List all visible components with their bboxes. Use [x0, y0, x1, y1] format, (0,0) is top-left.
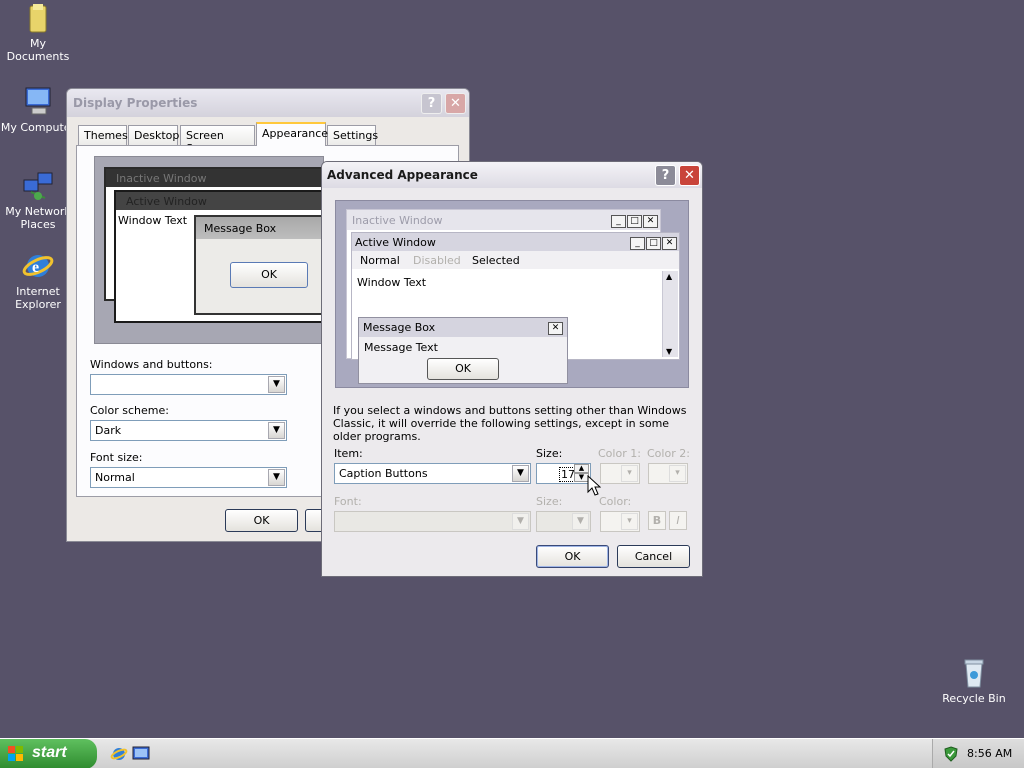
font-size-label: Font size:: [90, 451, 143, 464]
chevron-down-icon: ▾: [669, 465, 686, 482]
chevron-down-icon: ▾: [621, 465, 638, 482]
tab-screen-saver[interactable]: Screen Saver: [180, 125, 255, 155]
window-title: Advanced Appearance: [327, 168, 478, 182]
chevron-down-icon: ▼: [572, 513, 589, 530]
preview-message-text: Message Text: [364, 341, 438, 354]
svg-text:e: e: [32, 259, 39, 276]
system-tray: 8:56 AM: [932, 739, 1024, 768]
item-select[interactable]: Caption Buttons ▼: [334, 463, 531, 484]
font-size-select[interactable]: Normal ▼: [90, 467, 287, 488]
preview-scrollbar: ▲ ▼: [662, 271, 678, 357]
color-scheme-label: Color scheme:: [90, 404, 169, 417]
start-button[interactable]: start: [0, 739, 97, 768]
font-label: Font:: [334, 495, 362, 508]
start-label: start: [32, 744, 67, 761]
desktop-icon-label: My Computer: [0, 121, 76, 134]
scroll-up-icon: ▲: [666, 272, 673, 281]
taskbar: start 8:56 AM: [0, 738, 1024, 768]
tab-appearance[interactable]: Appearance: [256, 122, 328, 146]
desktop-icon-my-documents[interactable]: My Documents: [0, 2, 78, 63]
advanced-ok-button[interactable]: OK: [536, 545, 609, 568]
recycle-bin-icon: [958, 657, 990, 689]
color2-picker: ▾: [648, 463, 688, 484]
internet-explorer-icon: e: [22, 250, 54, 282]
help-button[interactable]: ?: [421, 93, 442, 114]
security-shield-icon[interactable]: [943, 746, 959, 765]
preview-ok-button: OK: [230, 262, 308, 288]
color2-label: Color 2:: [647, 447, 690, 460]
size-label: Size:: [536, 447, 563, 460]
advanced-preview: Inactive Window _ □ ✕ Active Window _ □ ✕ No…: [335, 200, 689, 388]
preview-active-title: Active Window: [355, 236, 436, 249]
chevron-down-icon[interactable]: ▼: [268, 422, 285, 439]
chevron-down-icon: ▼: [512, 513, 529, 530]
preview-menu-normal: Normal: [360, 254, 400, 267]
preview-inactive-title: Inactive Window: [116, 172, 207, 185]
spin-up-icon[interactable]: ▲: [574, 464, 589, 473]
preview-window-text: Window Text: [357, 276, 427, 289]
desktop-icon-recycle-bin[interactable]: Recycle Bin: [934, 657, 1014, 705]
font-size-label: Size:: [536, 495, 563, 508]
preview-ok-button: OK: [427, 358, 499, 380]
item-label: Item:: [334, 447, 363, 460]
title-bar[interactable]: Advanced Appearance ? ✕: [322, 162, 702, 188]
caption-buttons: _ □ ✕: [610, 213, 658, 228]
desktop-icon-label: My Network Places: [5, 205, 71, 231]
title-bar[interactable]: Display Properties ? ✕: [67, 89, 469, 117]
tab-desktop[interactable]: Desktop: [128, 125, 179, 146]
computer-icon: [22, 86, 54, 118]
caption-buttons: _ □ ✕: [629, 235, 677, 250]
clock[interactable]: 8:56 AM: [967, 747, 1012, 760]
preview-message-box: Message Box OK: [194, 215, 324, 315]
preview-message-box-title: Message Box: [363, 321, 436, 334]
color1-label: Color 1:: [598, 447, 641, 460]
color1-picker: ▾: [600, 463, 640, 484]
advanced-cancel-button[interactable]: Cancel: [617, 545, 690, 568]
network-icon: [22, 170, 54, 202]
quicklaunch-ie-icon[interactable]: [110, 745, 128, 766]
preview-message-box-title: Message Box: [204, 222, 277, 235]
window-title: Display Properties: [73, 96, 198, 110]
info-text: If you select a windows and buttons sett…: [333, 404, 687, 443]
preview-menu-disabled: Disabled: [413, 254, 461, 267]
quicklaunch-show-desktop-icon[interactable]: [132, 746, 150, 765]
font-size-select: ▼: [536, 511, 591, 532]
tab-settings[interactable]: Settings: [327, 125, 378, 146]
windows-buttons-select[interactable]: ▼: [90, 374, 287, 395]
font-color-label: Color:: [599, 495, 632, 508]
desktop-icon-label: My Documents: [6, 37, 70, 63]
bold-button: B: [648, 511, 666, 530]
font-select: ▼: [334, 511, 531, 532]
desktop-icon-label: Internet Explorer: [15, 285, 61, 311]
display-properties-ok-button[interactable]: OK: [225, 509, 298, 532]
mouse-cursor-icon: [587, 475, 601, 496]
scroll-down-icon: ▼: [666, 347, 673, 356]
size-spinner[interactable]: 17 ▲ ▼: [536, 463, 591, 484]
font-color-picker: ▾: [600, 511, 640, 532]
chevron-down-icon: ▾: [621, 513, 638, 530]
preview-message-box: Message Box ✕ Message Text OK: [358, 317, 568, 384]
italic-button: I: [669, 511, 687, 530]
preview-inactive-title: Inactive Window: [352, 214, 443, 227]
folder-icon: [22, 2, 54, 34]
tab-themes[interactable]: Themes: [78, 125, 128, 146]
chevron-down-icon[interactable]: ▼: [268, 469, 285, 486]
help-button[interactable]: ?: [655, 165, 676, 186]
chevron-down-icon[interactable]: ▼: [512, 465, 529, 482]
close-button[interactable]: ✕: [679, 165, 700, 186]
preview-window-text: Window Text: [118, 214, 188, 227]
preview-active-title: Active Window: [126, 195, 207, 208]
appearance-preview: Inactive Window Active Window Window Tex…: [94, 156, 326, 344]
close-icon: ✕: [547, 320, 563, 335]
chevron-down-icon[interactable]: ▼: [268, 376, 285, 393]
color-scheme-select[interactable]: Dark ▼: [90, 420, 287, 441]
close-button[interactable]: ✕: [445, 93, 466, 114]
preview-menu-selected: Selected: [472, 254, 520, 267]
desktop-icon-label: Recycle Bin: [942, 692, 1006, 705]
windows-buttons-label: Windows and buttons:: [90, 358, 213, 371]
windows-logo-icon: [8, 746, 24, 762]
